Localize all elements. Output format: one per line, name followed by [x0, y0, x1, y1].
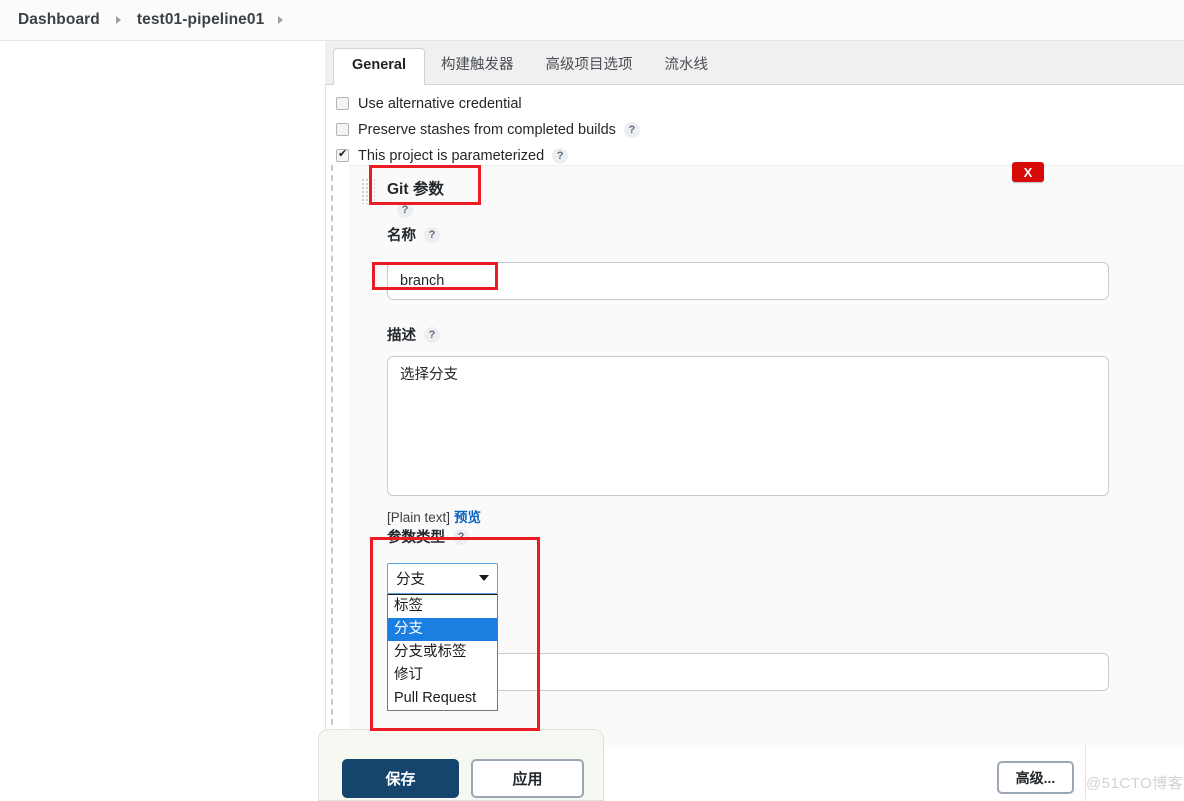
breadcrumb-item-project[interactable]: test01-pipeline01: [137, 11, 264, 29]
tab-pipeline[interactable]: 流水线: [649, 44, 725, 85]
checkbox-label-use-alternative-credential: Use alternative credential: [358, 95, 522, 112]
description-field-label-wrap: 描述 ?: [387, 324, 440, 345]
name-field-label-wrap: 名称 ?: [387, 224, 440, 245]
config-tab-strip: General 构建触发器 高级项目选项 流水线: [325, 41, 1184, 85]
breadcrumb: Dashboard test01-pipeline01: [0, 0, 1184, 41]
parameter-list-rail: [331, 165, 333, 745]
apply-button[interactable]: 应用: [471, 759, 584, 798]
delete-parameter-button[interactable]: X: [1012, 162, 1044, 182]
description-format-row: [Plain text] 预览: [387, 506, 1109, 526]
help-icon-description[interactable]: ?: [424, 326, 440, 343]
chevron-right-icon: [115, 16, 121, 24]
param-type-select-wrap: 分支 标签 分支 分支或标签 修订 Pull Request: [387, 563, 498, 711]
git-parameter-title: Git 参数: [387, 181, 444, 198]
param-type-label: 参数类型: [387, 530, 445, 546]
chevron-down-icon: [479, 575, 489, 581]
checkbox-use-alternative-credential[interactable]: [336, 97, 349, 110]
save-button[interactable]: 保存: [342, 759, 459, 798]
drag-handle-icon[interactable]: [361, 178, 375, 204]
checkbox-label-preserve-stashes: Preserve stashes from completed builds: [358, 121, 616, 138]
preview-link[interactable]: 预览: [454, 510, 481, 525]
git-parameter-card: Git 参数 ? 名称 ? 描述 ?: [349, 165, 1184, 745]
chevron-right-icon-2[interactable]: [278, 16, 284, 24]
param-type-label-wrap: 参数类型 ?: [387, 526, 469, 547]
advanced-button[interactable]: 高级...: [997, 761, 1074, 794]
jenkins-job-config-page: Dashboard test01-pipeline01 General 构建触发…: [0, 0, 1184, 801]
checkbox-project-parameterized[interactable]: [336, 147, 349, 162]
checkbox-preserve-stashes[interactable]: [336, 123, 349, 136]
name-field-label: 名称: [387, 228, 416, 244]
help-icon-preserve-stashes[interactable]: ?: [623, 121, 640, 138]
param-type-option-branch-or-tag[interactable]: 分支或标签: [388, 641, 497, 664]
general-form-panel: Use alternative credential Preserve stas…: [325, 85, 1184, 801]
checkbox-row-project-parameterized[interactable]: This project is parameterized ?: [326, 145, 1184, 166]
tab-general[interactable]: General: [333, 48, 425, 85]
watermark-label: @51CTO博客: [1086, 775, 1184, 792]
help-icon-param-type[interactable]: ?: [453, 528, 469, 545]
description-textarea[interactable]: [387, 356, 1109, 496]
tab-advanced-project-options[interactable]: 高级项目选项: [530, 44, 649, 85]
help-icon-project-parameterized[interactable]: ?: [552, 147, 569, 164]
checkbox-row-preserve-stashes[interactable]: Preserve stashes from completed builds ?: [326, 119, 1184, 140]
breadcrumb-item-dashboard[interactable]: Dashboard: [18, 11, 100, 29]
param-type-option-pull-request[interactable]: Pull Request: [388, 687, 497, 710]
plain-text-label: [Plain text]: [387, 510, 451, 525]
checkbox-row-use-alternative-credential[interactable]: Use alternative credential: [326, 93, 1184, 114]
param-type-selected-value: 分支: [396, 572, 425, 588]
param-type-option-branch[interactable]: 分支: [388, 618, 497, 641]
tab-build-triggers[interactable]: 构建触发器: [425, 44, 530, 85]
param-type-option-list: 标签 分支 分支或标签 修订 Pull Request: [387, 594, 498, 711]
param-type-select[interactable]: 分支: [387, 563, 498, 594]
checkbox-label-project-parameterized: This project is parameterized: [358, 147, 545, 164]
help-icon-name[interactable]: ?: [424, 226, 440, 243]
description-field-label: 描述: [387, 328, 416, 344]
help-icon-git-parameter[interactable]: ?: [397, 202, 413, 218]
parameter-definition-block: Git 参数 ? 名称 ? 描述 ?: [331, 165, 1184, 745]
name-input[interactable]: [387, 262, 1109, 300]
param-type-option-revision[interactable]: 修订: [388, 664, 497, 687]
param-type-option-tag[interactable]: 标签: [388, 595, 497, 618]
